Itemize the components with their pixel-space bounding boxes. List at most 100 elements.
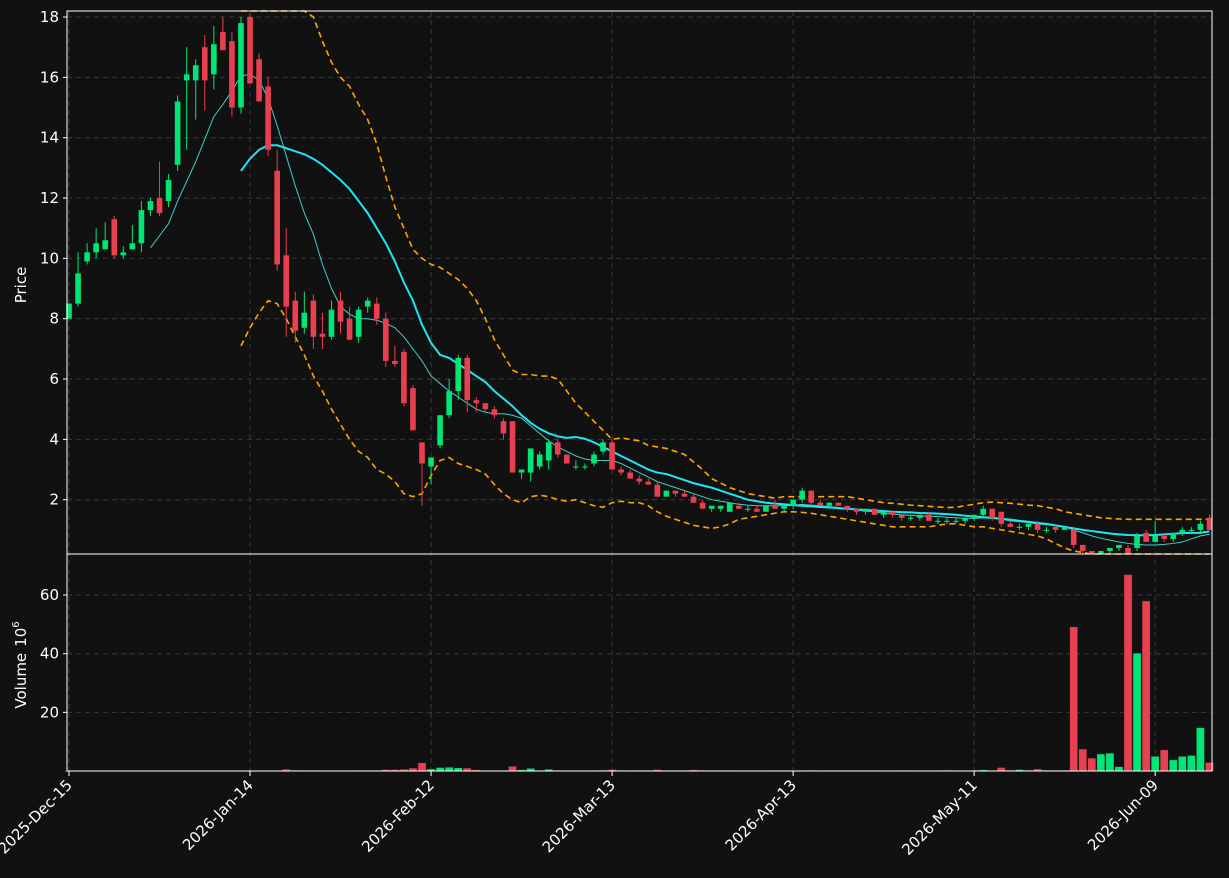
volume-bar-up xyxy=(444,766,454,772)
candle-body-up xyxy=(84,252,90,262)
candle-body-up xyxy=(328,309,335,337)
candle-body-down xyxy=(754,508,760,512)
candle-body-up xyxy=(980,508,986,515)
candle-body-down xyxy=(401,351,407,404)
candle-body-down xyxy=(220,32,226,51)
candle-body-down xyxy=(618,469,624,473)
candle-body-up xyxy=(165,179,172,202)
candle-body-up xyxy=(147,201,154,211)
candle-body-up xyxy=(437,415,443,446)
candle-body-down xyxy=(500,421,507,434)
candle-body-up xyxy=(880,511,887,515)
candle-body-up xyxy=(1043,529,1050,531)
candle-body-down xyxy=(1161,535,1168,539)
candle-body-up xyxy=(238,23,244,108)
candle-body-up xyxy=(1188,529,1195,531)
volume-bar-up xyxy=(1177,756,1187,772)
candle-body-down xyxy=(554,442,561,455)
volume-tick-label: 20 xyxy=(40,703,59,721)
price-tick-label: 8 xyxy=(49,310,59,328)
candle-body-down xyxy=(1070,529,1077,545)
candle-body-down xyxy=(482,403,489,410)
candle-body-up xyxy=(120,252,127,256)
volume-bar-down xyxy=(996,767,1006,772)
volume-axis-label-exponent-power: 6 xyxy=(11,621,22,627)
candle-body-up xyxy=(545,442,552,461)
candle-body-up xyxy=(962,517,968,521)
candle-body-up xyxy=(582,466,588,468)
volume-bar-down xyxy=(417,762,427,772)
candle-body-down xyxy=(889,511,896,515)
candle-body-up xyxy=(129,243,136,250)
candle-body-up xyxy=(1061,526,1068,530)
candle-body-up xyxy=(826,502,833,506)
candle-body-down xyxy=(690,496,697,503)
volume-axis-label: Volume 106 xyxy=(11,621,30,708)
candle-body-down xyxy=(274,170,280,265)
price-tick-label: 10 xyxy=(40,249,59,267)
candle-body-down xyxy=(156,198,163,214)
candle-body-up xyxy=(717,505,724,509)
candle-body-down xyxy=(419,442,425,464)
candle-body-down xyxy=(111,219,118,256)
price-axis-label: Price xyxy=(12,267,30,304)
candle-body-up xyxy=(527,448,534,473)
volume-bar-down xyxy=(1069,626,1079,772)
candle-body-down xyxy=(681,493,688,497)
candle-body-up xyxy=(446,391,452,416)
candle-body-down xyxy=(627,472,633,479)
candle-body-down xyxy=(382,318,389,361)
candle-body-down xyxy=(337,300,344,322)
candle-body-up xyxy=(75,273,81,304)
candle-body-down xyxy=(247,17,253,84)
volume-bar-down xyxy=(508,766,517,772)
volume-bar-down xyxy=(1141,600,1151,772)
candle-body-down xyxy=(853,508,860,512)
candle-body-up xyxy=(192,65,199,81)
candle-body-up xyxy=(862,508,869,512)
candle-body-down xyxy=(1034,523,1041,530)
candle-body-up xyxy=(708,505,715,509)
volume-bar-up xyxy=(1196,727,1205,772)
candle-body-up xyxy=(1170,532,1177,539)
candle-body-down xyxy=(229,41,235,108)
candle-body-up xyxy=(591,454,597,464)
candle-body-up xyxy=(1025,523,1032,527)
candle-body-down xyxy=(808,490,815,503)
candle-body-up xyxy=(1134,535,1140,548)
volume-tick-label: 60 xyxy=(40,586,59,604)
price-tick-label: 6 xyxy=(49,370,59,388)
candle-body-down xyxy=(1079,544,1086,551)
candle-body-down xyxy=(654,484,661,497)
candle-body-down xyxy=(989,508,996,518)
candle-body-down xyxy=(509,421,516,473)
candle-body-up xyxy=(1016,526,1023,528)
price-tick-label: 18 xyxy=(40,8,59,26)
candle-body-down xyxy=(699,502,706,509)
candle-body-up xyxy=(428,457,434,467)
volume-bar-up xyxy=(1114,766,1124,772)
volume-bar-up xyxy=(1105,752,1115,772)
candle-body-up xyxy=(726,502,733,512)
price-tick-label: 16 xyxy=(40,68,59,86)
candle-body-down xyxy=(1052,526,1059,530)
candle-body-down xyxy=(772,505,778,509)
candlestick-chart: 24681012141618 204060 2025-Dec-15 2026-Ja… xyxy=(0,0,1229,874)
candle-body-up xyxy=(301,312,308,328)
volume-bar-down xyxy=(1123,574,1133,772)
candle-body-up xyxy=(600,442,606,452)
price-tick-label: 2 xyxy=(49,491,59,509)
candle-body-down xyxy=(473,400,480,404)
candle-body-down xyxy=(844,505,851,509)
candle-body-down xyxy=(835,502,842,506)
candle-body-down xyxy=(373,303,380,319)
candle-body-down xyxy=(817,502,824,506)
volume-bar-down xyxy=(1087,757,1097,772)
volume-tick-label: 40 xyxy=(40,645,59,663)
candle-body-up xyxy=(183,74,190,81)
candle-body-down xyxy=(283,255,290,307)
candle-body-up xyxy=(781,505,787,509)
chart-container: 2 4 6 8 10 12 14 16 18 20 40 60 2025-Dec-15 2026-Ja… xyxy=(0,0,1229,874)
volume-bar-up xyxy=(1168,759,1178,772)
candle-body-down xyxy=(1125,547,1131,554)
